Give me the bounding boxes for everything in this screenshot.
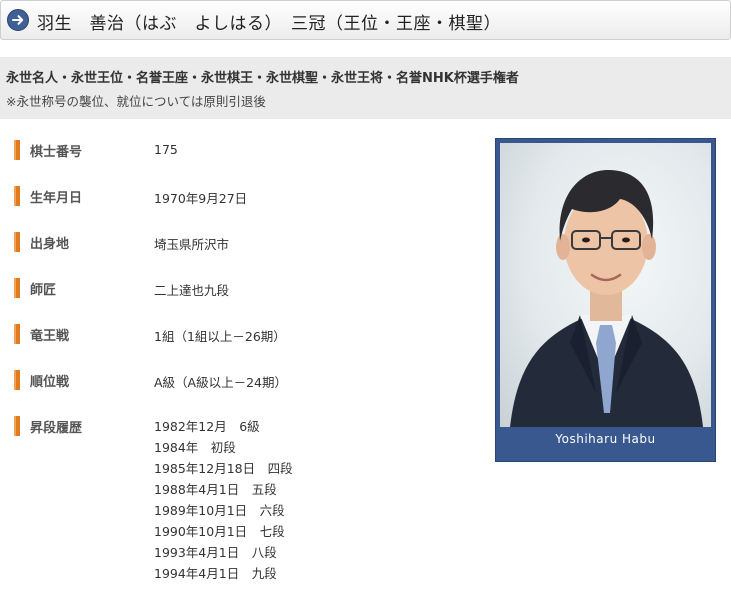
row-label: 竜王戦	[30, 329, 70, 344]
row-marker	[14, 370, 20, 390]
honorary-titles-box: 永世名人・永世王位・名誉王座・永世棋王・永世棋聖・永世王将・名誉NHK杯選手権者…	[0, 57, 731, 119]
row-label: 棋士番号	[30, 145, 83, 160]
list-item: 1993年4月1日 八段	[154, 545, 277, 560]
row-value: 175	[154, 142, 178, 157]
row-value: 1組（1組以上－26期）	[154, 329, 286, 344]
list-item: 1982年12月 6級	[154, 419, 260, 434]
row-marker	[14, 140, 20, 160]
row-label: 順位戦	[30, 375, 70, 390]
titles-note: ※永世称号の襲位、就位については原則引退後	[6, 94, 266, 109]
arrow-right-circle-icon	[7, 9, 29, 31]
promotion-history-list: 1982年12月 6級 1984年 初段 1985年12月18日 四段 1988…	[154, 416, 293, 584]
portrait-photo	[500, 143, 711, 427]
row-value: 1970年9月27日	[154, 191, 248, 206]
row-label: 出身地	[30, 237, 70, 252]
list-item: 1988年4月1日 五段	[154, 482, 277, 497]
row-marker	[14, 416, 20, 436]
list-item: 1985年12月18日 四段	[154, 461, 293, 476]
row-marker	[14, 232, 20, 252]
portrait-card: Yoshiharu Habu	[495, 138, 716, 462]
row-label: 生年月日	[30, 191, 83, 206]
row-label: 師匠	[30, 283, 57, 298]
page-header: 羽生 善治（はぶ よしはる） 三冠（王位・王座・棋聖）	[0, 0, 731, 40]
honorary-titles: 永世名人・永世王位・名誉王座・永世棋王・永世棋聖・永世王将・名誉NHK杯選手権者	[6, 71, 519, 86]
list-item: 1984年 初段	[154, 440, 236, 455]
photo-caption: Yoshiharu Habu	[555, 432, 656, 446]
list-item: 1990年10月1日 七段	[154, 524, 285, 539]
row-marker	[14, 186, 20, 206]
row-marker	[14, 324, 20, 344]
row-value: 二上達也九段	[154, 283, 230, 298]
row-value: A級（A級以上－24期）	[154, 375, 288, 390]
list-item: 1989年10月1日 六段	[154, 503, 285, 518]
row-value: 埼玉県所沢市	[154, 237, 230, 252]
page-title: 羽生 善治（はぶ よしはる） 三冠（王位・王座・棋聖）	[37, 14, 501, 34]
row-label: 昇段履歴	[30, 421, 83, 436]
list-item: 1994年4月1日 九段	[154, 566, 277, 581]
portrait-illustration	[510, 169, 703, 427]
row-marker	[14, 278, 20, 298]
